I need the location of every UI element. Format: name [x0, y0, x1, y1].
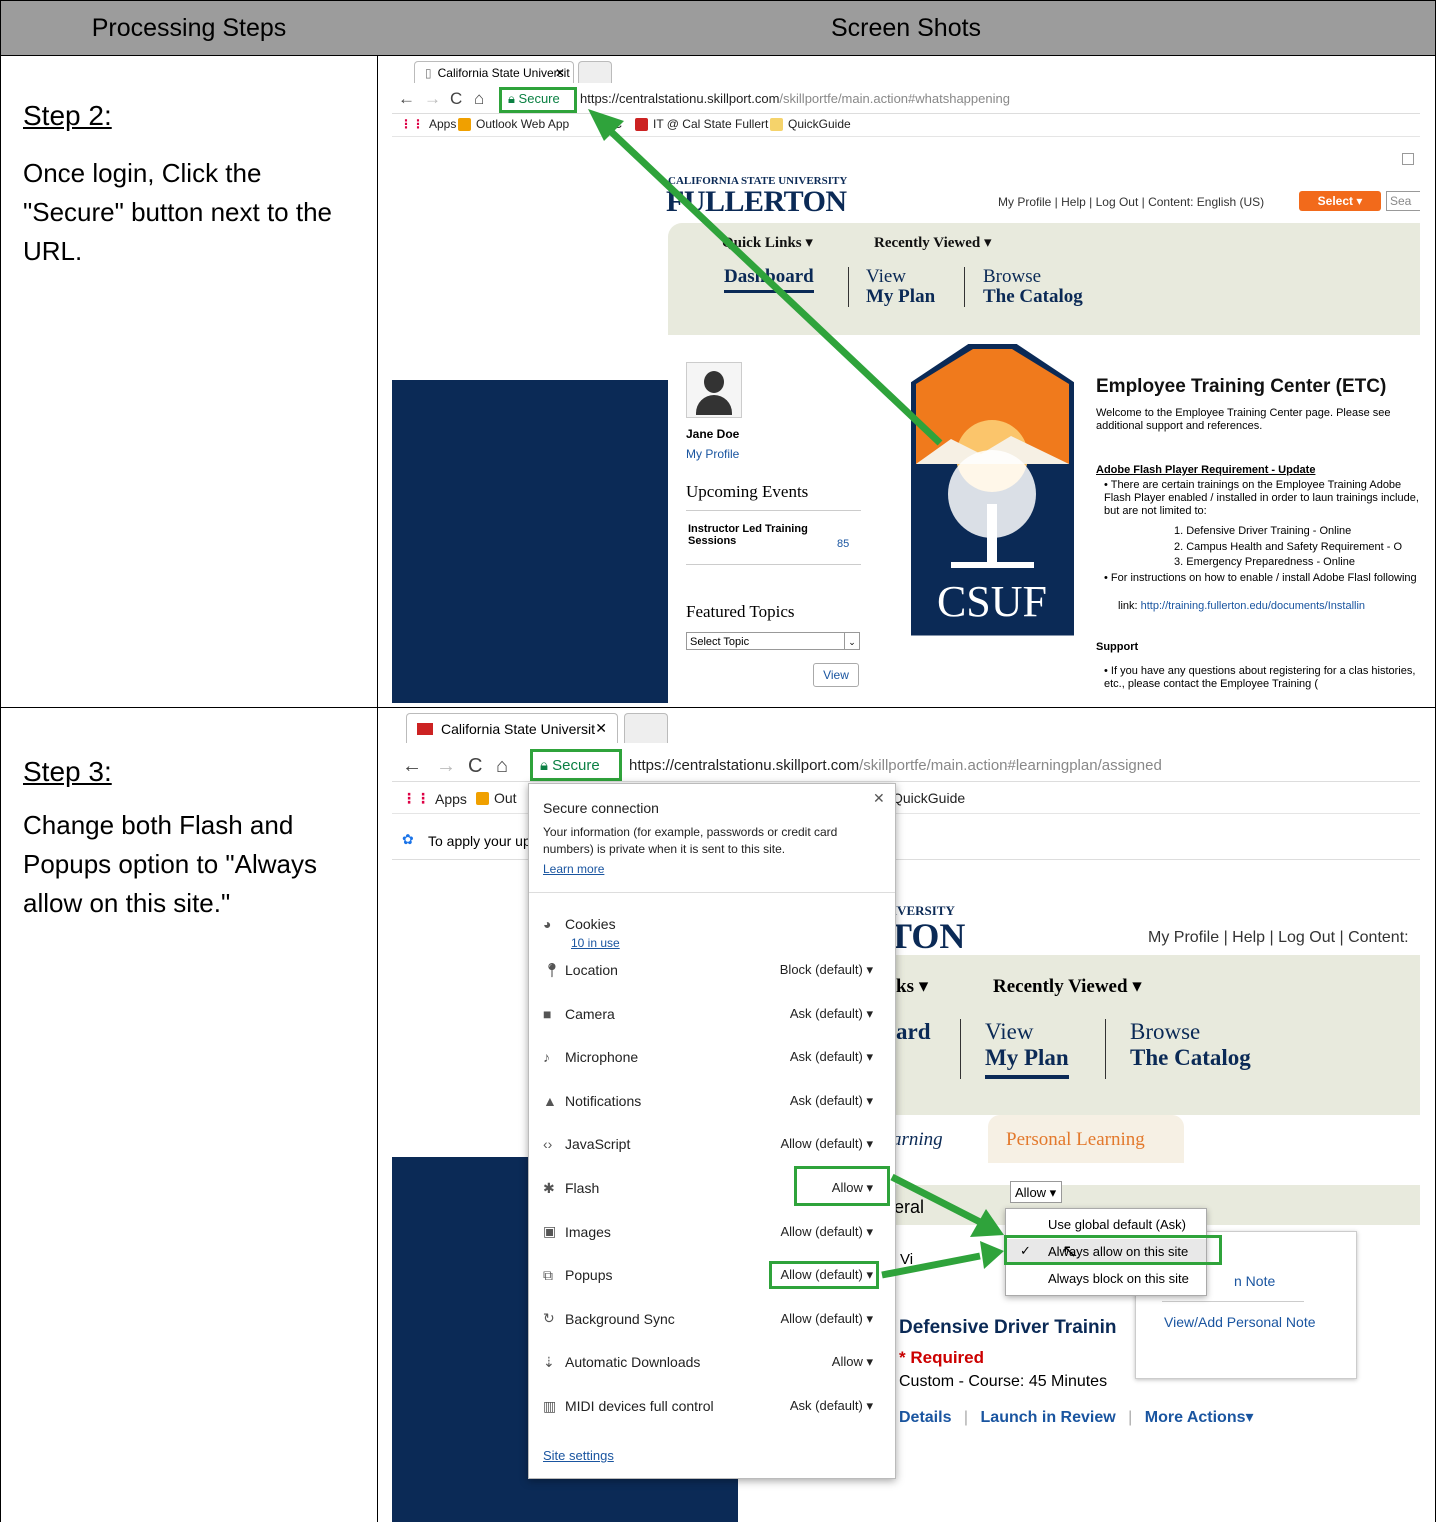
- step3-screenshot: California State Universit ✕ ← → C ⌂ 🔒︎ …: [392, 711, 1420, 1522]
- step2-screenshot: ▯ California State Universit ✕ ← → C ⌂ 🔒…: [392, 59, 1420, 703]
- step2-title: Step 2:: [23, 100, 112, 131]
- step3-text-cell: Step 3: Change both Flash and Popups opt…: [0, 707, 378, 1522]
- step3-title: Step 3:: [23, 756, 112, 787]
- header-processing-steps: Processing Steps: [0, 0, 378, 56]
- header-label: Screen Shots: [830, 13, 982, 42]
- step2-text-cell: Step 2: Once login, Click the "Secure" b…: [0, 55, 378, 708]
- step2-text: Once login, Click the "Secure" button ne…: [23, 158, 332, 266]
- cursor-icon: ↖: [1062, 1241, 1078, 1261]
- step3-text: Change both Flash and Popups option to "…: [23, 810, 317, 918]
- green-arrow: [588, 109, 943, 446]
- green-arrows: [881, 1173, 1004, 1279]
- header-screen-shots: Screen Shots: [377, 0, 1436, 56]
- header-label: Processing Steps: [91, 13, 287, 42]
